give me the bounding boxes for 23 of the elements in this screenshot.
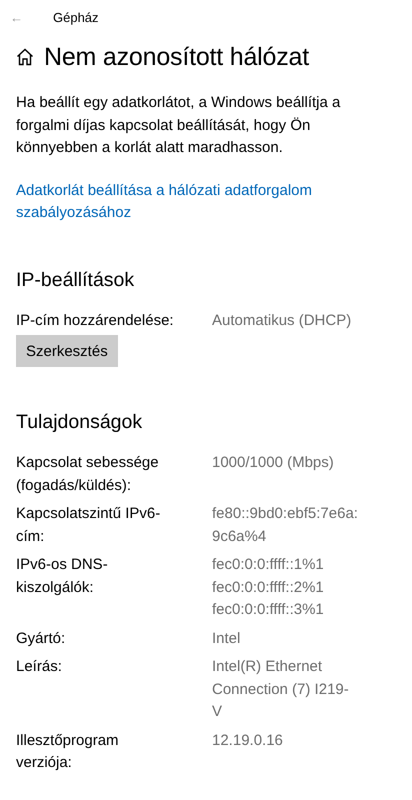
property-value: Automatikus (DHCP): [212, 310, 352, 330]
property-label: Kapcsolat sebessége (fogadás/küldés):: [16, 453, 160, 496]
home-icon: [16, 48, 34, 66]
property-value: Intel: [212, 628, 242, 648]
property-label: Gyártó:: [16, 628, 66, 648]
property-value: Intel(R) Ethernet Connection (7) I219- V: [212, 657, 350, 722]
section-heading: IP-beállítások: [16, 268, 136, 292]
data-limit-link[interactable]: Adatkorlát beállítása a hálózati adatforgalom szabályozásához: [16, 180, 386, 224]
property-label: IPv6-os DNS- kiszolgálók:: [16, 555, 109, 598]
app-title: Gépház: [53, 10, 99, 24]
page-title: Nem azonosított hálózat: [44, 42, 309, 72]
edit-button[interactable]: Szerkesztés: [16, 335, 118, 367]
section-heading: Tulajdonságok: [16, 411, 144, 434]
description-text: Ha beállít egy adatkorlátot, a Windows beállítja a forgalmi díjas kapcsolat beállítását, hogy Ön könnyebben a korlát alatt maradhasson.: [16, 93, 342, 158]
property-label: Leírás:: [16, 657, 63, 677]
property-value: 12.19.0.16: [212, 730, 284, 750]
property-label: Illesztőprogram verziója:: [16, 730, 120, 773]
property-value: fec0:0:0:ffff::1%1 fec0:0:0:ffff::2%1 fec0:0:0:ffff::3%1: [212, 555, 325, 620]
property-label: IP-cím hozzárendelése:: [16, 310, 175, 330]
property-value: fe80::9bd0:ebf5:7e6a: 9c6a%4: [212, 504, 359, 546]
property-label: Kapcsolatszintű IPv6- cím:: [16, 504, 162, 546]
back-button[interactable]: ←: [10, 10, 23, 24]
property-value: 1000/1000 (Mbps): [212, 453, 335, 473]
